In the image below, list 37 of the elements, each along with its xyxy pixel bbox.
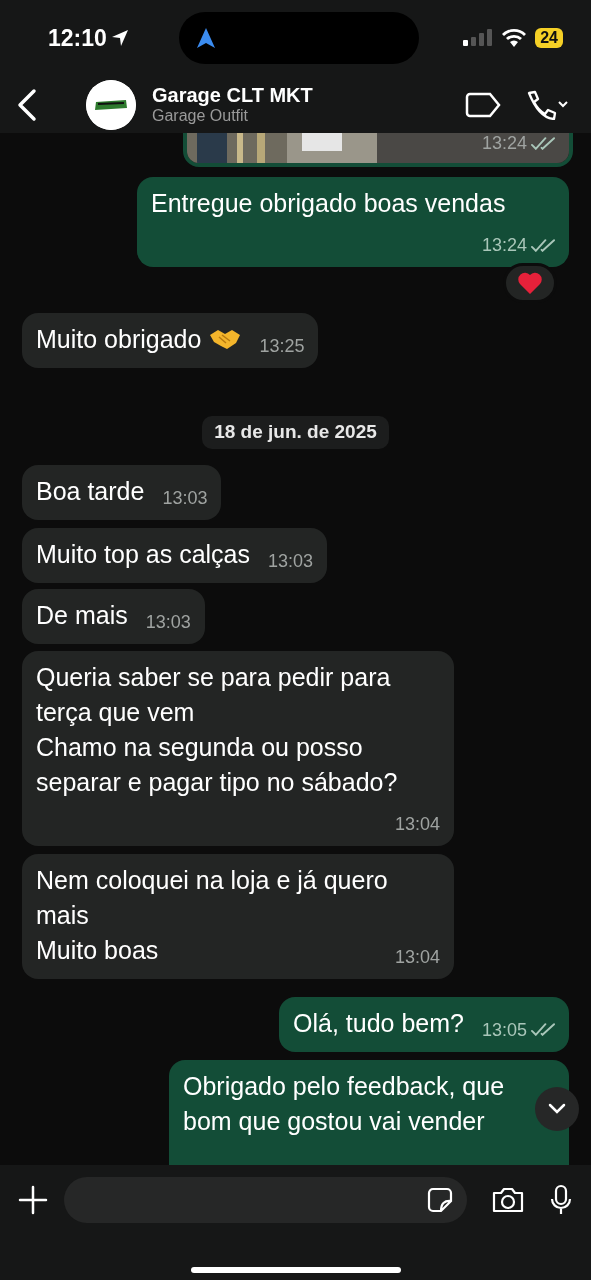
status-time: 12:10: [48, 23, 107, 53]
plus-icon[interactable]: [18, 1185, 48, 1215]
avatar-logo-icon: [86, 79, 136, 130]
location-arrow-icon: [110, 29, 129, 47]
message-time: 13:24: [481, 133, 527, 155]
message-text: Nem coloquei na loja e já quero mais Muito boas: [36, 865, 388, 964]
message-text: Muito top as calças: [36, 539, 250, 568]
navigation-arrow-icon: [196, 28, 215, 48]
message-time: 13:25: [259, 335, 305, 357]
back-icon[interactable]: [16, 87, 38, 122]
wifi-icon: [501, 28, 528, 48]
message-text: Obrigado pelo feedback, que bom que gostou vai vender: [183, 1071, 505, 1135]
message-time: 13:24: [481, 234, 527, 256]
message-time: 13:05: [481, 1018, 527, 1041]
message-text: Muito obrigado: [36, 325, 202, 353]
microphone-icon[interactable]: [549, 1184, 573, 1216]
message-text: Olá, tudo bem?: [293, 1008, 464, 1037]
message-input-field[interactable]: [64, 1177, 467, 1223]
message-text: Queria saber se para pedir para terça que vem Chamo na segunda ou posso separar e pagar tipo no sábado?: [36, 662, 398, 796]
message-text: Entregue obrigado boas vendas: [151, 189, 506, 217]
sticker-icon[interactable]: [427, 1187, 453, 1213]
contact-subtitle: Garage Outfit: [152, 106, 250, 126]
message-time: 13:04: [394, 812, 440, 835]
message-text: De mais: [36, 600, 128, 629]
message-time: 13:03: [268, 549, 314, 572]
chevron-down-icon: [548, 1103, 566, 1115]
battery-level: 24: [535, 28, 563, 48]
message-time: 13:04: [394, 945, 440, 968]
message-time: 13:03: [145, 610, 191, 633]
phone-call-icon[interactable]: [525, 89, 569, 120]
message-text: Boa tarde: [36, 476, 145, 505]
date-separator: 18 de jun. de 2025: [202, 416, 389, 449]
signal-icon: [463, 28, 494, 48]
camera-icon[interactable]: [491, 1186, 525, 1214]
message-time: 13:03: [162, 486, 208, 509]
contact-name: Garage CLT MKT: [152, 83, 313, 106]
label-tag-icon[interactable]: [465, 91, 501, 118]
